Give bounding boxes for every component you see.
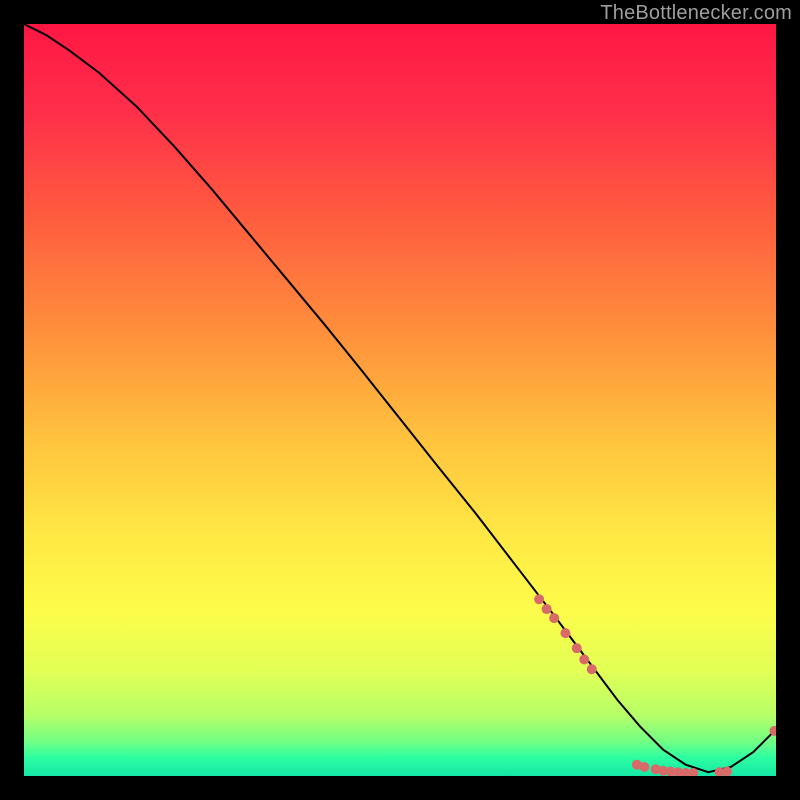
chart-background [24, 24, 776, 776]
highlight-marker [549, 613, 559, 623]
highlight-marker [572, 643, 582, 653]
highlight-marker [560, 628, 570, 638]
chart-svg [24, 24, 776, 776]
chart-plot-area [24, 24, 776, 776]
highlight-marker [587, 664, 597, 674]
highlight-marker [579, 654, 589, 664]
watermark-text: TheBottlenecker.com [600, 2, 792, 25]
highlight-marker [639, 762, 649, 772]
highlight-marker [534, 594, 544, 604]
highlight-marker [542, 604, 552, 614]
